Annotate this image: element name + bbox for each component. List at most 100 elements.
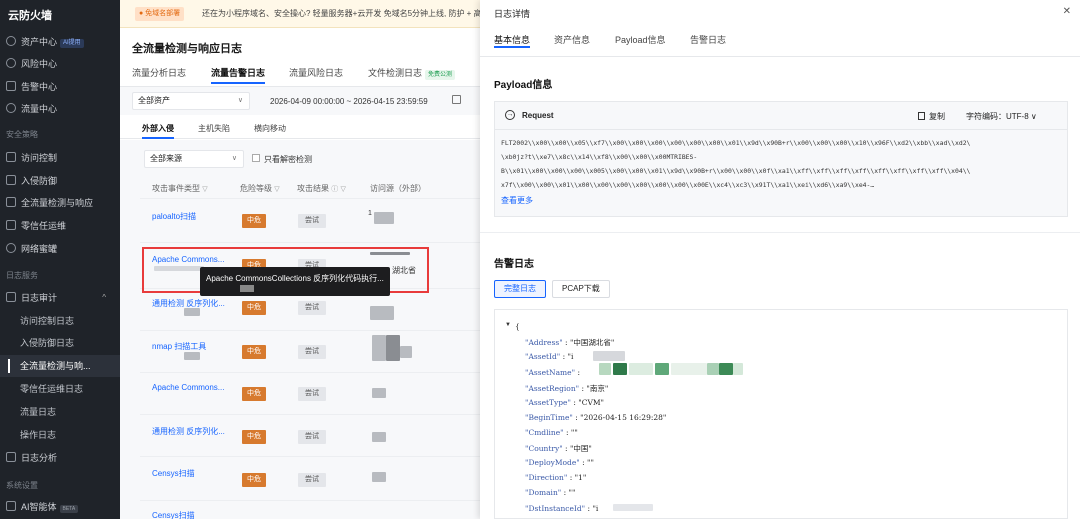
traffic-icon — [6, 103, 16, 113]
promo-banner: ● 免域名部署 还在为小程序域名、安全操心? 轻量服务器+云开发 免域名5分钟上… — [120, 0, 480, 28]
sidebar-sub-full-traffic-log[interactable]: 全流量检测与响... — [0, 355, 120, 377]
json-field: "BeginTime" : "2026-04-15 16:29:28" — [525, 413, 667, 422]
sidebar-item-alert-center[interactable]: 告警中心 — [0, 77, 120, 97]
decrypt-checkbox[interactable] — [252, 154, 260, 162]
sidebar-item-intrusion-defense[interactable]: 入侵防御 — [0, 171, 120, 191]
asset-select[interactable]: 全部资产 ∨ — [132, 92, 250, 110]
copy-button[interactable]: 复制 — [918, 111, 945, 122]
sidebar-item-access-control[interactable]: 访问控制 — [0, 148, 120, 168]
chevron-down-icon: ∨ — [1030, 112, 1037, 121]
result-badge: 尝试 — [298, 473, 326, 487]
alert-section-title: 告警日志 — [494, 259, 534, 270]
banner-tag[interactable]: ● 免域名部署 — [135, 7, 185, 21]
blurred-value — [599, 363, 611, 375]
sidebar-sub-traffic-log[interactable]: 流量日志 — [0, 401, 120, 423]
beta-badge: BETA — [59, 505, 79, 513]
attack-type-link[interactable]: Apache Commons... — [152, 383, 224, 392]
tab-traffic-analysis[interactable]: 流量分析日志 — [132, 66, 186, 79]
attack-type-link[interactable]: Censys扫描 — [152, 468, 195, 479]
pcap-download-button[interactable]: PCAP下载 — [552, 280, 610, 298]
alert-icon — [6, 81, 16, 91]
filter-row: 全部资产 ∨ 2026-04-09 00:00:00 ~ 2026-04-15 2… — [120, 87, 480, 115]
banner-text[interactable]: 还在为小程序域名、安全操心? 轻量服务器+云开发 免域名5分钟上线, 防护 + … — [202, 8, 480, 19]
chevron-up-icon: ^ — [102, 293, 106, 302]
payload-line: B\\x01\\x00\\x00\\x00\\x005\\x00\\x00\\x… — [501, 167, 971, 175]
date-range-picker[interactable]: 2026-04-09 00:00:00 ~ 2026-04-15 23:59:5… — [270, 97, 428, 106]
filter-icon[interactable]: ▽ — [340, 186, 345, 193]
risk-badge: 中危 — [242, 430, 266, 444]
sidebar-item-log-analysis[interactable]: 日志分析 — [0, 448, 120, 468]
tab-traffic-alert[interactable]: 流量告警日志 — [211, 66, 266, 84]
risk-badge: 中危 — [242, 301, 266, 315]
risk-icon — [6, 58, 16, 68]
access-control-icon — [6, 152, 16, 162]
attack-name-tooltip: Apache CommonsCollections 反序列化代码执行... — [200, 267, 390, 296]
sidebar-item-log-audit[interactable]: 日志审计 ^ — [0, 288, 120, 308]
tab-asset-info[interactable]: 资产信息 — [554, 33, 590, 46]
subtab-host-compromise[interactable]: 主机失陷 — [198, 123, 230, 134]
info-icon[interactable]: ⓘ — [331, 186, 338, 193]
attack-type-link[interactable]: Censys扫描 — [152, 510, 195, 519]
tab-basic-info[interactable]: 基本信息 — [494, 33, 531, 48]
close-icon[interactable]: ✕ — [1063, 6, 1071, 17]
json-field: "AssetId" : "i — [525, 352, 574, 361]
sidebar-item-ai-agent[interactable]: AI智能体 BETA — [0, 497, 120, 517]
source-select[interactable]: 全部来源 ∨ — [144, 150, 244, 168]
result-badge: 尝试 — [298, 387, 326, 401]
section-divider — [480, 232, 1080, 233]
row-divider — [140, 372, 480, 373]
header-divider — [140, 198, 480, 199]
sidebar-sub-operation-log[interactable]: 操作日志 — [0, 424, 120, 446]
decrypt-label: 只看解密检测 — [264, 155, 312, 164]
blurred-ip — [372, 432, 386, 442]
blurred-ip — [372, 388, 386, 398]
json-field: "Direction" : "1" — [525, 473, 587, 482]
filter-icon[interactable]: ▽ — [202, 186, 207, 193]
risk-badge: 中危 — [242, 345, 266, 359]
sidebar-item-full-traffic[interactable]: 全流量检测与响应 — [0, 193, 120, 213]
calendar-icon[interactable] — [452, 95, 461, 104]
section-system-settings: 系统设置 — [6, 481, 38, 490]
chart-icon — [6, 452, 16, 462]
sidebar-sub-intrusion-log[interactable]: 入侵防御日志 — [0, 332, 120, 354]
col-risk-level: 危险等级 ▽ — [240, 184, 280, 193]
subtab-lateral-movement[interactable]: 横向移动 — [254, 123, 286, 134]
json-viewer: ▼ { "Address" : "中国湖北省" "AssetId" : "i "… — [494, 309, 1068, 519]
main-content: ● 免域名部署 还在为小程序域名、安全操心? 轻量服务器+云开发 免域名5分钟上… — [120, 0, 480, 519]
full-log-button[interactable]: 完整日志 — [494, 280, 546, 298]
attack-subtabs: 外部入侵 主机失陷 横向移动 — [120, 117, 480, 139]
tab-traffic-risk[interactable]: 流量风险日志 — [289, 66, 343, 79]
sidebar-sub-zero-trust-log[interactable]: 零信任运维日志 — [0, 378, 120, 400]
tab-payload-info[interactable]: Payload信息 — [615, 33, 666, 46]
ai-agent-icon — [6, 501, 16, 511]
result-badge: 尝试 — [298, 301, 326, 315]
payload-box: → Request 复制 字符编码：UTF-8 ∨ FLT2002\\x00\\… — [494, 101, 1068, 217]
attack-type-link[interactable]: nmap 扫描工具 — [152, 341, 206, 352]
sidebar-item-honeypot[interactable]: 网络蜜罐 — [0, 239, 120, 259]
sidebar-item-asset-center[interactable]: 资产中心 AI提用 — [0, 32, 120, 52]
sidebar-item-zero-trust[interactable]: 零信任运维 — [0, 216, 120, 236]
page-title: 全流量检测与响应日志 — [132, 43, 242, 55]
blurred-ip — [372, 335, 386, 361]
json-field: "DeployMode" : "" — [525, 458, 594, 467]
filter-icon[interactable]: ▽ — [274, 186, 279, 193]
attack-type-link[interactable]: 通用检测 反序列化... — [152, 426, 225, 437]
see-more-link[interactable]: 查看更多 — [501, 195, 533, 206]
subtab-external-intrusion[interactable]: 外部入侵 — [142, 123, 174, 139]
json-brace: { — [515, 322, 520, 331]
brand-title: 云防火墙 — [8, 10, 52, 22]
sidebar-sub-access-log[interactable]: 访问控制日志 — [0, 310, 120, 332]
attack-type-link[interactable]: paloalto扫描 — [152, 211, 196, 222]
collapse-toggle-icon[interactable]: ▼ — [505, 322, 511, 328]
tab-alert-log[interactable]: 告警日志 — [690, 33, 726, 46]
free-beta-badge: 免费公测 — [425, 70, 456, 80]
chevron-down-icon: ∨ — [231, 155, 237, 162]
asset-icon — [6, 36, 16, 46]
row-divider — [140, 414, 480, 415]
sidebar-item-risk-center[interactable]: 风险中心 — [0, 54, 120, 74]
sidebar-item-traffic-center[interactable]: 流量中心 — [0, 99, 120, 119]
encoding-select[interactable]: 字符编码：UTF-8 ∨ — [966, 111, 1037, 122]
blurred-value — [671, 363, 707, 375]
tab-file-detect[interactable]: 文件检测日志 免费公测 — [368, 66, 456, 80]
payload-section-title: Payload信息 — [494, 80, 553, 91]
